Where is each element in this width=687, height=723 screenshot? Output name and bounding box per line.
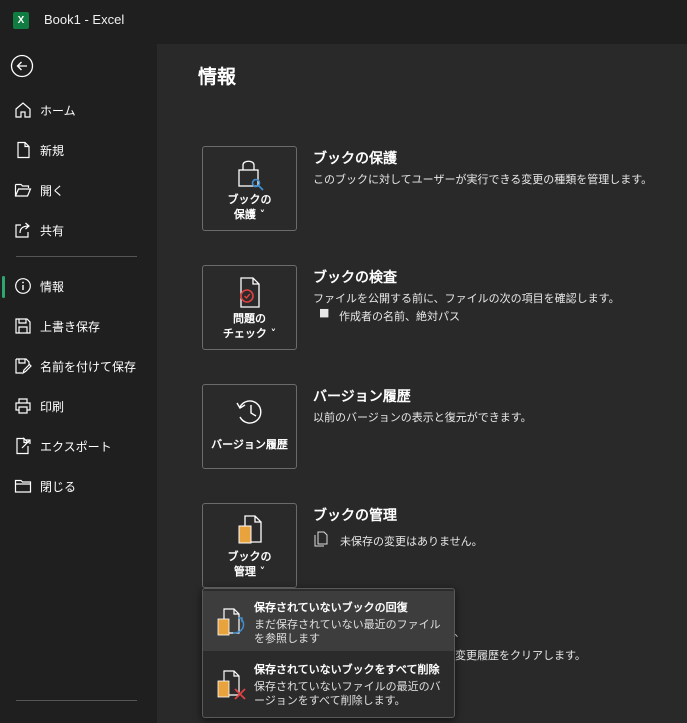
version-history-button[interactable]: バージョン履歴 (202, 384, 297, 469)
export-icon (14, 437, 32, 455)
backstage-sidebar: ホーム 新規 開く 共有 情報 上書き保存 名前を付けて保存 印刷 エクスポート… (0, 44, 157, 723)
history-clock-icon (235, 395, 265, 429)
section-title: ブックの保護 (313, 151, 397, 167)
new-document-icon (14, 141, 32, 159)
sidebar-item-home[interactable]: ホーム (0, 92, 157, 128)
sidebar-item-print[interactable]: 印刷 (0, 388, 157, 424)
tile-label: チェック ˅ (222, 327, 277, 340)
section-description: 未保存の変更はありません。 (340, 535, 483, 548)
section-title: ブックの検査 (313, 270, 397, 286)
manage-workbook-menu: 保存されていないブックの回復 まだ保存されていない最近のファイルを参照します 保… (202, 588, 455, 718)
open-folder-icon (14, 181, 32, 199)
sidebar-item-label: 名前を付けて保存 (40, 360, 137, 374)
section-description: 以前のバージョンの表示と復元ができます。 (313, 411, 532, 424)
sidebar-item-save-as[interactable]: 名前を付けて保存 (0, 348, 157, 384)
info-icon (14, 277, 32, 295)
active-indicator (2, 276, 5, 298)
menu-item-description: まだ保存されていない最近のファイルを参照します (254, 618, 441, 645)
sidebar-item-label: 印刷 (40, 400, 65, 414)
protect-workbook-button[interactable]: ブックの 保護 ˅ (202, 146, 297, 231)
menu-item-description: 保存されていないファイルの最近のバージョンをすべて削除します。 (254, 680, 441, 707)
window-title: Book1 - Excel (44, 12, 125, 27)
sidebar-divider (16, 700, 137, 701)
sidebar-item-label: 共有 (40, 224, 65, 238)
home-icon (14, 101, 32, 119)
sidebar-item-new[interactable]: 新規 (0, 132, 157, 168)
excel-logo-icon: X (13, 12, 29, 29)
partial-text: 、 (454, 626, 465, 639)
lock-key-icon (235, 157, 265, 191)
section-title: ブックの管理 (313, 508, 397, 524)
tile-label: 保護 ˅ (233, 208, 266, 221)
tile-label: 管理 ˅ (233, 565, 266, 578)
sidebar-item-label: ホーム (40, 104, 76, 118)
sidebar-item-save[interactable]: 上書き保存 (0, 308, 157, 344)
delete-workbooks-icon (216, 667, 250, 701)
sidebar-item-close[interactable]: 閉じる (0, 468, 157, 504)
partial-text: 変更履歴をクリアします。 (455, 649, 586, 662)
save-as-icon (14, 357, 32, 375)
sidebar-item-label: エクスポート (40, 440, 112, 454)
back-arrow-icon[interactable] (10, 54, 34, 78)
bullet-marker: ■ (319, 306, 330, 319)
delete-unsaved-menu-item[interactable]: 保存されていないブックをすべて削除 保存されていないファイルの最近のバージョンを… (203, 653, 454, 713)
sidebar-divider (16, 256, 137, 257)
page-title: 情報 (198, 66, 237, 88)
sidebar-item-label: 情報 (40, 280, 65, 294)
sidebar-item-info[interactable]: 情報 (0, 268, 157, 304)
sidebar-item-label: 新規 (40, 144, 65, 158)
title-bar: X Book1 - Excel (0, 0, 687, 44)
check-for-issues-button[interactable]: 問題の チェック ˅ (202, 265, 297, 350)
section-title: バージョン履歴 (313, 389, 411, 405)
sidebar-item-label: 閉じる (40, 480, 77, 494)
document-status-icon (314, 531, 328, 547)
sidebar-item-label: 開く (40, 184, 65, 198)
tile-label: バージョン履歴 (211, 438, 288, 451)
tile-label: 問題の (233, 312, 266, 325)
sidebar-item-share[interactable]: 共有 (0, 212, 157, 248)
section-description: このブックに対してユーザーが実行できる変更の種類を管理します。 (313, 173, 653, 186)
bullet-text: 作成者の名前、絶対パス (339, 310, 460, 323)
sidebar-item-export[interactable]: エクスポート (0, 428, 157, 464)
section-description: ファイルを公開する前に、ファイルの次の項目を確認します。 (313, 292, 620, 305)
print-icon (14, 397, 32, 415)
close-folder-icon (14, 477, 32, 495)
sidebar-item-label: 上書き保存 (40, 320, 101, 334)
recover-workbook-icon (216, 605, 250, 639)
menu-item-title: 保存されていないブックをすべて削除 (254, 663, 440, 676)
tile-label: ブックの (227, 550, 272, 563)
save-icon (14, 317, 32, 335)
menu-item-title: 保存されていないブックの回復 (254, 601, 408, 614)
sidebar-item-open[interactable]: 開く (0, 172, 157, 208)
share-icon (14, 221, 32, 239)
tile-label: ブックの (227, 193, 272, 206)
manage-workbook-icon (235, 514, 265, 548)
recover-unsaved-menu-item[interactable]: 保存されていないブックの回復 まだ保存されていない最近のファイルを参照します (203, 591, 454, 651)
inspect-document-icon (235, 276, 265, 310)
manage-workbook-button[interactable]: ブックの 管理 ˅ (202, 503, 297, 588)
